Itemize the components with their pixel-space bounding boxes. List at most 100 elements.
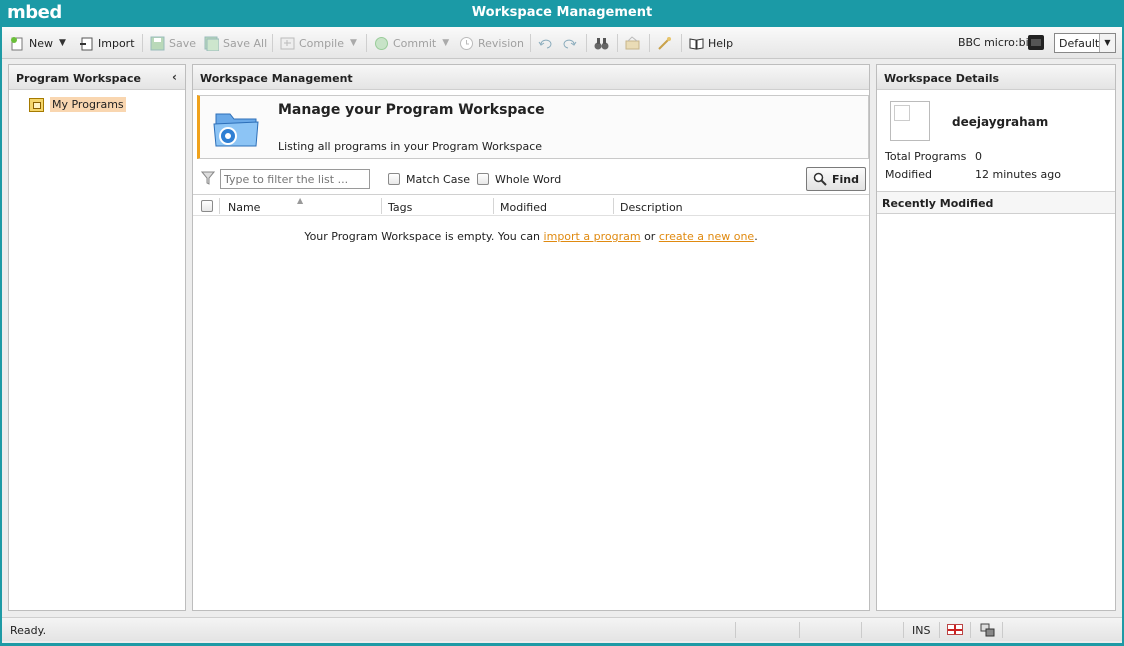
workspace-details-panel: Workspace Details deejaygraham Total Pro…: [876, 64, 1116, 611]
compile-dropdown-chevron-icon[interactable]: ▼: [350, 38, 357, 48]
workspace-management-header: Workspace Management: [193, 65, 869, 90]
recently-modified-title: Recently Modified: [882, 197, 994, 210]
toolbar-divider: [586, 34, 587, 52]
banner-title: Manage your Program Workspace: [278, 102, 545, 118]
program-workspace-title: Program Workspace: [16, 72, 141, 85]
language-flag-icon[interactable]: [947, 624, 963, 635]
empty-message-prefix: Your Program Workspace is empty. You can: [304, 230, 541, 243]
total-programs-label: Total Programs: [885, 150, 967, 163]
undo-icon: [538, 36, 553, 51]
filter-funnel-icon: [200, 171, 216, 185]
workspace-details-title: Workspace Details: [884, 72, 1000, 85]
status-text: Ready.: [10, 624, 47, 637]
window-title: Workspace Management: [471, 5, 653, 20]
toolbar-divider: [142, 34, 143, 52]
workspace-management-title: Workspace Management: [200, 72, 353, 85]
column-header-modified[interactable]: Modified: [500, 201, 547, 214]
column-header-name[interactable]: Name: [228, 201, 260, 214]
binoculars-icon: [594, 36, 609, 51]
column-divider: [493, 198, 494, 214]
workspace-management-panel: Workspace Management Manage your Program…: [192, 64, 870, 611]
select-all-checkbox[interactable]: [201, 200, 213, 212]
program-workspace-header: Program Workspace ‹: [9, 65, 185, 90]
tree-item-my-programs[interactable]: My Programs: [29, 97, 126, 112]
find-button-label: Find: [832, 172, 859, 186]
whole-word-checkbox[interactable]: [477, 173, 489, 185]
app-window: New ▼ Import Save Save All Compile ▼ Com…: [2, 27, 1122, 643]
empty-message-or: or: [644, 230, 656, 243]
help-button-label: Help: [708, 36, 734, 50]
import-icon: [79, 36, 94, 51]
workspace-details-header: Workspace Details: [877, 65, 1115, 90]
profile-select[interactable]: Default ▼: [1054, 33, 1116, 53]
build-tool-button[interactable]: [657, 34, 676, 52]
format-button[interactable]: [625, 34, 644, 52]
network-status-icon[interactable]: [980, 623, 996, 637]
column-divider: [219, 198, 220, 214]
compile-icon: [280, 36, 295, 51]
programs-folder-icon: [29, 97, 44, 112]
new-dropdown-chevron-icon[interactable]: ▼: [59, 38, 66, 48]
toolbar-divider: [272, 34, 273, 52]
microbit-board-icon[interactable]: [1028, 35, 1044, 50]
toolbar-divider: [530, 34, 531, 52]
filter-row: Match Case Whole Word Find: [193, 165, 869, 193]
empty-message-period: .: [754, 230, 758, 243]
folder-gear-icon: [212, 106, 262, 150]
collapse-chevron-left-icon[interactable]: ‹: [172, 70, 177, 84]
compile-button-label: Compile: [299, 36, 344, 50]
empty-workspace-message: Your Program Workspace is empty. You can…: [193, 230, 869, 243]
match-case-label: Match Case: [406, 173, 470, 186]
revision-clock-icon: [459, 36, 474, 51]
new-button[interactable]: New ▼: [10, 34, 66, 52]
profile-select-value: Default: [1059, 37, 1100, 50]
status-bar: Ready. INS: [2, 617, 1122, 641]
redo-button[interactable]: [562, 34, 581, 52]
banner-subtitle: Listing all programs in your Program Wor…: [278, 140, 543, 153]
save-all-button[interactable]: Save All: [204, 34, 267, 52]
import-button[interactable]: Import: [79, 34, 135, 52]
new-button-label: New: [29, 36, 53, 50]
program-workspace-panel: Program Workspace ‹ My Programs: [8, 64, 186, 611]
platform-label[interactable]: BBC micro:bit: [958, 36, 1033, 49]
column-divider: [613, 198, 614, 214]
insert-mode-indicator: INS: [912, 624, 931, 637]
undo-button[interactable]: [538, 34, 557, 52]
column-header-description[interactable]: Description: [620, 201, 683, 214]
save-button[interactable]: Save: [150, 34, 196, 52]
status-divider: [799, 622, 800, 638]
modified-value: 12 minutes ago: [975, 168, 1061, 181]
filter-input[interactable]: [220, 169, 370, 189]
commit-button[interactable]: Commit ▼: [374, 34, 449, 52]
sort-ascending-icon: ▲: [297, 196, 304, 205]
save-button-label: Save: [169, 36, 197, 50]
title-bar: mbed Workspace Management: [0, 0, 1124, 27]
revision-button[interactable]: Revision: [459, 34, 524, 52]
match-case-checkbox[interactable]: [388, 173, 400, 185]
find-button[interactable]: Find: [806, 167, 866, 191]
create-program-link[interactable]: create a new one: [659, 230, 754, 243]
username[interactable]: deejaygraham: [952, 115, 1048, 129]
toolbar: New ▼ Import Save Save All Compile ▼ Com…: [2, 27, 1122, 59]
import-button-label: Import: [98, 36, 135, 50]
format-icon: [625, 35, 640, 51]
toolbar-divider: [617, 34, 618, 52]
find-binoculars-button[interactable]: [594, 34, 613, 52]
search-icon: [813, 172, 827, 186]
select-chevron-down-icon[interactable]: ▼: [1099, 34, 1115, 52]
status-divider: [903, 622, 904, 638]
avatar[interactable]: [890, 101, 930, 141]
compile-button[interactable]: Compile ▼: [280, 34, 357, 52]
import-program-link[interactable]: import a program: [544, 230, 641, 243]
save-icon: [150, 36, 165, 51]
revision-button-label: Revision: [478, 36, 524, 50]
save-all-icon: [204, 36, 220, 51]
commit-dropdown-chevron-icon[interactable]: ▼: [442, 38, 449, 48]
help-button[interactable]: Help: [689, 34, 733, 52]
tree-item-label: My Programs: [50, 97, 126, 112]
redo-icon: [562, 36, 577, 51]
new-file-icon: [10, 36, 25, 51]
save-all-button-label: Save All: [223, 36, 268, 50]
column-header-tags[interactable]: Tags: [388, 201, 412, 214]
workspace-banner: Manage your Program Workspace Listing al…: [197, 95, 869, 159]
